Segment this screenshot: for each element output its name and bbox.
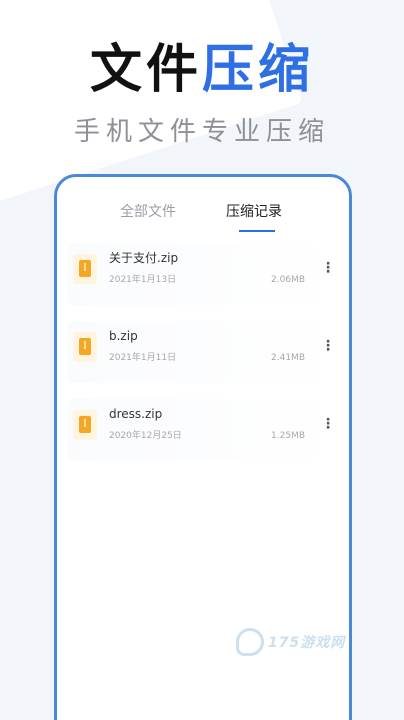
file-name: 关于支付.zip: [109, 251, 179, 265]
more-options-icon[interactable]: ⋮: [321, 337, 335, 355]
page-title: 文件压缩: [0, 38, 404, 102]
file-name: dress.zip: [109, 407, 163, 421]
archive-file-icon: [73, 410, 97, 440]
archive-file-icon: [73, 254, 97, 284]
file-date: 2021年1月13日: [109, 275, 177, 285]
watermark-logo-icon: [236, 628, 264, 656]
page-subtitle: 手机文件专业压缩: [73, 117, 330, 147]
watermark-text: 175游戏网: [268, 635, 346, 651]
file-size: 2.41MB: [271, 353, 305, 363]
list-item[interactable]: 关于支付.zip 2021年1月13日 2.06MB ⋮: [67, 243, 339, 305]
file-date: 2021年1月11日: [109, 353, 177, 363]
active-tab-indicator: [239, 230, 275, 232]
list-item[interactable]: b.zip 2021年1月11日 2.41MB ⋮: [67, 321, 339, 383]
file-date: 2020年12月25日: [109, 431, 182, 441]
watermark: 175游戏网: [236, 628, 345, 656]
tab-compress-records[interactable]: 压缩记录: [226, 201, 282, 223]
more-options-icon[interactable]: ⋮: [321, 415, 335, 433]
more-options-icon[interactable]: ⋮: [321, 259, 335, 277]
tab-bar: 全部文件 压缩记录: [57, 201, 349, 237]
file-size: 1.25MB: [271, 431, 305, 441]
archive-file-icon: [73, 332, 97, 362]
title-dark-part: 文件: [89, 40, 202, 100]
list-item[interactable]: dress.zip 2020年12月25日 1.25MB ⋮: [67, 399, 339, 461]
title-accent-part: 压缩: [202, 40, 315, 100]
tab-all-files[interactable]: 全部文件: [120, 201, 176, 223]
file-name: b.zip: [109, 329, 138, 343]
file-list: 关于支付.zip 2021年1月13日 2.06MB ⋮ b.zip 2021年…: [67, 243, 339, 477]
file-size: 2.06MB: [271, 275, 305, 285]
